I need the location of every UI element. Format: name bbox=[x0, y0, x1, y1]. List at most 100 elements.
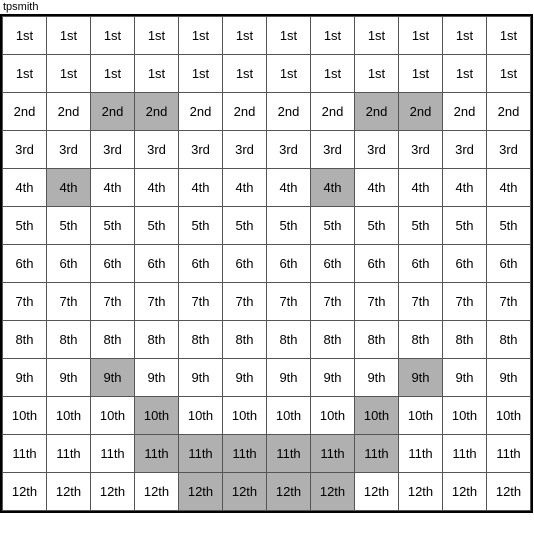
grid-cell: 2nd bbox=[311, 93, 355, 131]
grid-cell: 4th bbox=[179, 169, 223, 207]
grid-cell: 10th bbox=[223, 397, 267, 435]
grid-cell: 5th bbox=[399, 207, 443, 245]
grid-cell: 9th bbox=[179, 359, 223, 397]
grid-cell: 6th bbox=[399, 245, 443, 283]
grid-cell: 1st bbox=[223, 55, 267, 93]
grid-cell: 4th bbox=[3, 169, 47, 207]
grid-cell: 11th bbox=[135, 435, 179, 473]
grid-cell: 4th bbox=[399, 169, 443, 207]
grid-cell: 1st bbox=[355, 17, 399, 55]
grid-cell: 6th bbox=[223, 245, 267, 283]
grid-cell: 12th bbox=[91, 473, 135, 511]
grid-cell: 1st bbox=[267, 17, 311, 55]
grid-cell: 7th bbox=[355, 283, 399, 321]
grid-cell: 7th bbox=[3, 283, 47, 321]
grid-cell: 11th bbox=[223, 435, 267, 473]
grid-cell: 6th bbox=[267, 245, 311, 283]
table-row: 8th8th8th8th8th8th8th8th8th8th8th8th bbox=[3, 321, 531, 359]
grid-cell: 1st bbox=[3, 55, 47, 93]
grid-cell: 2nd bbox=[487, 93, 531, 131]
grid-cell: 10th bbox=[443, 397, 487, 435]
grid-cell: 8th bbox=[135, 321, 179, 359]
table-row: 9th9th9th9th9th9th9th9th9th9th9th9th bbox=[3, 359, 531, 397]
grid-cell: 10th bbox=[3, 397, 47, 435]
grid-cell: 4th bbox=[223, 169, 267, 207]
table-row: 11th11th11th11th11th11th11th11th11th11th… bbox=[3, 435, 531, 473]
grid-cell: 11th bbox=[443, 435, 487, 473]
grid-cell: 7th bbox=[91, 283, 135, 321]
grid-cell: 9th bbox=[223, 359, 267, 397]
grid-cell: 2nd bbox=[3, 93, 47, 131]
grid-cell: 1st bbox=[47, 55, 91, 93]
title-text: tpsmith bbox=[3, 1, 38, 13]
grid-cell: 9th bbox=[3, 359, 47, 397]
grid-cell: 3rd bbox=[3, 131, 47, 169]
grid-cell: 11th bbox=[47, 435, 91, 473]
grid-cell: 8th bbox=[3, 321, 47, 359]
grid-cell: 10th bbox=[135, 397, 179, 435]
grid-cell: 12th bbox=[267, 473, 311, 511]
grid-cell: 3rd bbox=[179, 131, 223, 169]
grid-cell: 2nd bbox=[443, 93, 487, 131]
grid-cell: 4th bbox=[487, 169, 531, 207]
grid-cell: 6th bbox=[3, 245, 47, 283]
grid-cell: 10th bbox=[91, 397, 135, 435]
grid-cell: 8th bbox=[399, 321, 443, 359]
grid-cell: 10th bbox=[267, 397, 311, 435]
grid-cell: 1st bbox=[443, 55, 487, 93]
grid-cell: 7th bbox=[399, 283, 443, 321]
grid-cell: 1st bbox=[47, 17, 91, 55]
grid-cell: 9th bbox=[355, 359, 399, 397]
grid-cell: 4th bbox=[443, 169, 487, 207]
grid-cell: 3rd bbox=[443, 131, 487, 169]
grid-cell: 7th bbox=[223, 283, 267, 321]
grid-cell: 2nd bbox=[355, 93, 399, 131]
grid-cell: 5th bbox=[135, 207, 179, 245]
grid-cell: 1st bbox=[3, 17, 47, 55]
grid-cell: 12th bbox=[355, 473, 399, 511]
grid-cell: 2nd bbox=[267, 93, 311, 131]
title-bar: tpsmith bbox=[0, 0, 534, 14]
grid-cell: 11th bbox=[311, 435, 355, 473]
grid-cell: 11th bbox=[355, 435, 399, 473]
grid-cell: 5th bbox=[487, 207, 531, 245]
grid-cell: 1st bbox=[311, 17, 355, 55]
table-row: 3rd3rd3rd3rd3rd3rd3rd3rd3rd3rd3rd3rd bbox=[3, 131, 531, 169]
grid-cell: 3rd bbox=[399, 131, 443, 169]
grid-cell: 1st bbox=[487, 17, 531, 55]
grid-cell: 8th bbox=[487, 321, 531, 359]
grid-cell: 10th bbox=[311, 397, 355, 435]
grid-cell: 3rd bbox=[223, 131, 267, 169]
grid-cell: 2nd bbox=[47, 93, 91, 131]
grid-cell: 9th bbox=[135, 359, 179, 397]
grid-cell: 1st bbox=[91, 17, 135, 55]
table-row: 4th4th4th4th4th4th4th4th4th4th4th4th bbox=[3, 169, 531, 207]
grid-cell: 4th bbox=[135, 169, 179, 207]
grid-cell: 2nd bbox=[399, 93, 443, 131]
grid-cell: 6th bbox=[47, 245, 91, 283]
grid-cell: 6th bbox=[355, 245, 399, 283]
table-row: 5th5th5th5th5th5th5th5th5th5th5th5th bbox=[3, 207, 531, 245]
grid-cell: 5th bbox=[223, 207, 267, 245]
grid-cell: 5th bbox=[47, 207, 91, 245]
grid-cell: 6th bbox=[311, 245, 355, 283]
grid-cell: 3rd bbox=[135, 131, 179, 169]
table-row: 1st1st1st1st1st1st1st1st1st1st1st1st bbox=[3, 55, 531, 93]
grid-cell: 8th bbox=[311, 321, 355, 359]
grid-cell: 1st bbox=[399, 17, 443, 55]
grid-cell: 2nd bbox=[91, 93, 135, 131]
grid-cell: 7th bbox=[443, 283, 487, 321]
grid-cell: 12th bbox=[3, 473, 47, 511]
grid-cell: 4th bbox=[47, 169, 91, 207]
grid-cell: 8th bbox=[267, 321, 311, 359]
grid-cell: 10th bbox=[355, 397, 399, 435]
grid-cell: 9th bbox=[487, 359, 531, 397]
grid-cell: 2nd bbox=[223, 93, 267, 131]
grid-cell: 12th bbox=[443, 473, 487, 511]
grid-cell: 5th bbox=[355, 207, 399, 245]
grid-table: 1st1st1st1st1st1st1st1st1st1st1st1st1st1… bbox=[2, 16, 531, 511]
grid-cell: 3rd bbox=[91, 131, 135, 169]
grid-cell: 8th bbox=[47, 321, 91, 359]
grid-cell: 3rd bbox=[311, 131, 355, 169]
grid-cell: 8th bbox=[443, 321, 487, 359]
